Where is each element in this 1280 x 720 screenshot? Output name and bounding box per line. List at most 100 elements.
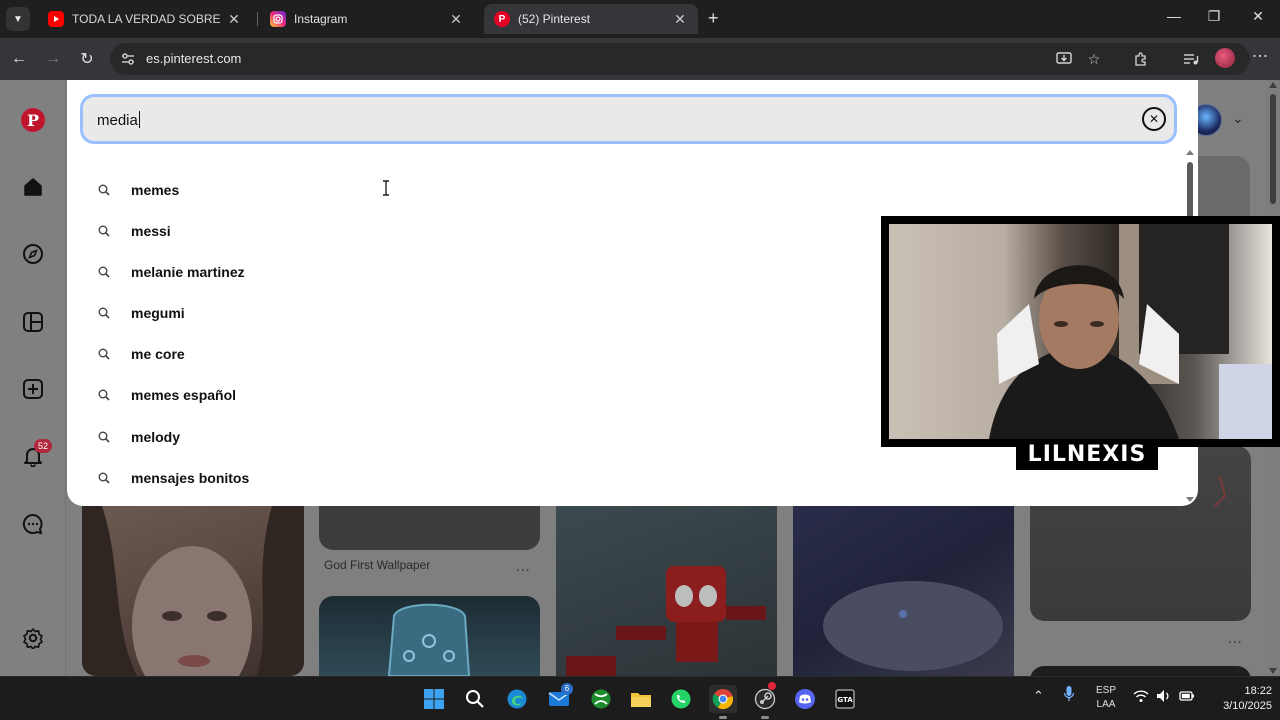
browser-profile-avatar[interactable] [1215, 48, 1235, 68]
windows-taskbar: 6 GTA ⌃ ESP LAA 18:22 3/10/2025 [0, 676, 1280, 720]
suggestion-label: melody [131, 429, 181, 445]
mail-badge: 6 [561, 683, 573, 695]
windows-start-icon[interactable] [420, 685, 448, 713]
xbox-icon[interactable] [587, 685, 615, 713]
tray-chevron-up-icon[interactable]: ⌃ [1033, 688, 1044, 704]
suggestion-label: memes [131, 182, 180, 198]
bookmark-star-icon[interactable]: ☆ [1083, 48, 1105, 70]
clock-time: 18:22 [1244, 685, 1272, 697]
clock-date: 3/10/2025 [1223, 700, 1272, 712]
steam-notification-dot [768, 682, 776, 690]
search-icon [97, 430, 111, 444]
chevron-down-icon[interactable]: ⌄ [1232, 110, 1244, 127]
tab-search-button[interactable]: ▼ [6, 7, 30, 31]
back-icon[interactable]: ← [8, 48, 30, 70]
explore-compass-icon[interactable] [21, 242, 45, 266]
scrollbar-thumb[interactable] [1270, 94, 1276, 204]
input-language[interactable]: ESP LAA [1096, 684, 1116, 712]
notification-badge: 52 [34, 439, 52, 453]
search-input[interactable]: media ✕ [80, 94, 1177, 144]
media-controls-icon[interactable] [1180, 48, 1202, 70]
chrome-icon[interactable] [709, 685, 737, 713]
microphone-icon[interactable] [1063, 685, 1075, 706]
pin-more-button[interactable]: ... [1228, 630, 1243, 646]
pin-portrait[interactable] [82, 506, 304, 676]
settings-gear-icon[interactable] [21, 626, 45, 650]
pin-blue-bag[interactable] [319, 596, 540, 676]
create-plus-icon[interactable] [21, 377, 45, 401]
svg-text:GTA: GTA [837, 696, 853, 704]
pinterest-sidebar: P 52 [0, 80, 66, 676]
suggestion-item[interactable]: megumi [97, 301, 185, 325]
boards-icon[interactable] [21, 310, 45, 334]
home-icon[interactable] [21, 175, 45, 199]
pin-more-button[interactable]: ... [516, 558, 531, 574]
search-icon [97, 265, 111, 279]
clear-search-icon[interactable]: ✕ [1142, 107, 1166, 131]
window-close-icon[interactable]: ✕ [1248, 8, 1268, 25]
gta-icon[interactable]: GTA [831, 685, 859, 713]
text-cursor-icon [383, 180, 389, 196]
suggestion-item[interactable]: mensajes bonitos [97, 466, 249, 490]
keyboard-layout: LAA [1096, 699, 1116, 710]
tab-pinterest[interactable]: P (52) Pinterest ✕ [484, 4, 698, 34]
close-icon[interactable]: ✕ [672, 11, 688, 28]
suggestion-item[interactable]: memes español [97, 383, 236, 407]
restore-icon[interactable]: ❐ [1204, 8, 1224, 25]
whatsapp-icon[interactable] [667, 685, 695, 713]
taskbar-search-icon[interactable] [461, 685, 489, 713]
forward-icon[interactable]: → [42, 48, 64, 70]
site-info-icon[interactable] [120, 51, 136, 67]
tab-divider [257, 12, 258, 26]
scroll-down-icon[interactable] [1269, 668, 1277, 674]
suggestion-item[interactable]: melody [97, 425, 180, 449]
search-icon [97, 183, 111, 197]
install-app-icon[interactable] [1053, 48, 1075, 70]
suggestion-label: mensajes bonitos [131, 470, 250, 486]
search-icon [97, 471, 111, 485]
suggestion-item[interactable]: memes [97, 178, 179, 202]
new-tab-icon[interactable]: + [708, 8, 719, 28]
scroll-up-icon[interactable] [1186, 150, 1194, 155]
pin-next[interactable] [1030, 666, 1251, 676]
suggestion-item[interactable]: melanie martinez [97, 260, 245, 284]
close-icon[interactable]: ✕ [226, 11, 242, 28]
running-app-indicator [761, 716, 769, 719]
close-icon[interactable]: ✕ [448, 11, 464, 28]
edge-icon[interactable] [503, 685, 531, 713]
tab-youtube[interactable]: TODA LA VERDAD SOBRE JEFFR ✕ [38, 4, 252, 34]
suggestion-label: memes español [131, 387, 237, 403]
pinterest-logo-icon[interactable]: P [21, 108, 45, 132]
pinterest-icon: P [494, 11, 510, 27]
pin-lego-spiderman[interactable] [556, 506, 777, 676]
messages-icon[interactable] [21, 512, 45, 536]
discord-icon[interactable] [791, 685, 819, 713]
language-code: ESP [1096, 685, 1117, 696]
tab-instagram[interactable]: Instagram ✕ [260, 4, 474, 34]
battery-icon[interactable] [1179, 689, 1195, 706]
wifi-icon[interactable] [1133, 689, 1149, 706]
instagram-icon [270, 11, 286, 27]
steam-icon[interactable] [751, 685, 779, 713]
minimize-icon[interactable]: — [1164, 8, 1184, 24]
suggestion-item[interactable]: me core [97, 342, 185, 366]
extensions-icon[interactable] [1130, 48, 1152, 70]
scroll-down-icon[interactable] [1186, 497, 1194, 502]
text-caret [138, 111, 140, 128]
pin-caption: God First Wallpaper [324, 558, 431, 572]
youtube-icon [48, 11, 64, 27]
pin-god-first-wallpaper[interactable] [319, 506, 540, 550]
suggestion-item[interactable]: messi [97, 219, 171, 243]
address-bar[interactable]: es.pinterest.com [110, 43, 1250, 75]
search-query: media [97, 111, 140, 129]
volume-icon[interactable] [1156, 689, 1172, 706]
tab-title: TODA LA VERDAD SOBRE JEFFR [72, 12, 220, 26]
reload-icon[interactable]: ↻ [76, 48, 98, 70]
webcam-overlay [881, 216, 1280, 447]
file-explorer-icon[interactable] [627, 685, 655, 713]
browser-menu-icon[interactable]: ⋮ [1250, 48, 1269, 64]
webcam-feed [889, 224, 1272, 439]
scroll-up-icon[interactable] [1269, 82, 1277, 88]
pin-dark-room[interactable] [793, 506, 1014, 676]
system-clock[interactable]: 18:22 3/10/2025 [1200, 684, 1272, 714]
